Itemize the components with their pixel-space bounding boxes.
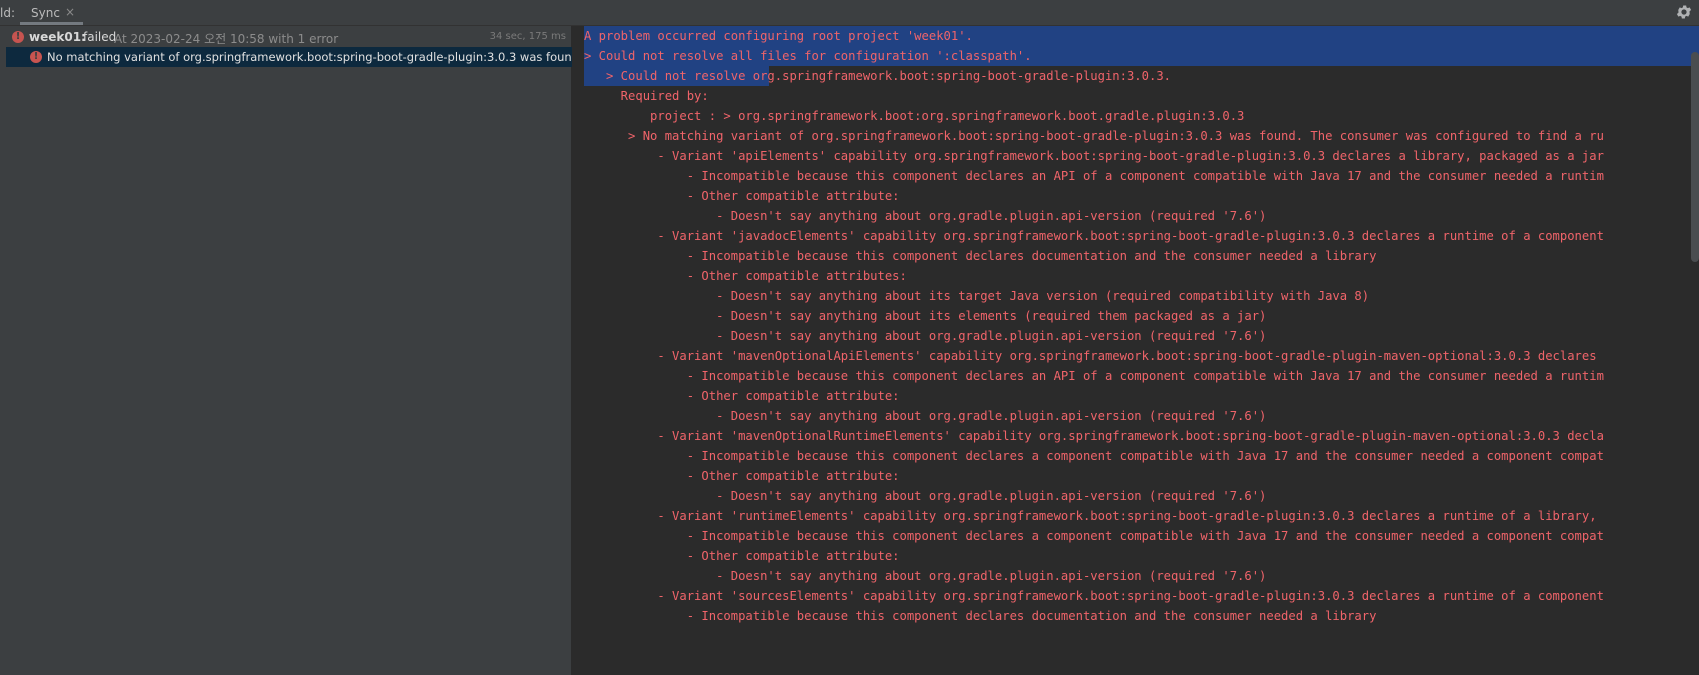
build-duration: 34 sec, 175 ms xyxy=(489,31,566,42)
error-message: No matching variant of org.springframewo… xyxy=(47,50,572,64)
close-icon[interactable]: × xyxy=(65,5,75,19)
error-icon: ! xyxy=(30,51,42,63)
build-output-console[interactable]: A problem occurred configuring root proj… xyxy=(572,26,1699,675)
error-icon: ! xyxy=(12,31,24,43)
build-tree-panel: ! week01: failed At 2023-02-24 오전 10:58 … xyxy=(0,26,572,675)
console-line: - Incompatible because this component de… xyxy=(584,609,1377,623)
console-line: - Incompatible because this component de… xyxy=(584,369,1604,383)
console-line: - Other compatible attribute: xyxy=(584,549,900,563)
console-line: - Doesn't say anything about org.gradle.… xyxy=(584,209,1267,223)
console-line: A problem occurred configuring root proj… xyxy=(584,29,973,43)
build-meta: At 2023-02-24 오전 10:58 with 1 error xyxy=(114,32,339,46)
console-line: Required by: xyxy=(584,89,709,103)
console-scrollbar[interactable] xyxy=(1691,52,1699,262)
console-line: - Doesn't say anything about its target … xyxy=(584,289,1370,303)
gear-icon[interactable] xyxy=(1675,3,1693,21)
console-line: - Doesn't say anything about org.gradle.… xyxy=(584,569,1267,583)
console-line: - Other compatible attribute: xyxy=(584,469,900,483)
build-label: ld: xyxy=(0,6,15,20)
console-line: - Incompatible because this component de… xyxy=(584,529,1604,543)
console-line: - Variant 'mavenOptionalRuntimeElements'… xyxy=(584,429,1604,443)
console-line: > Could not resolve all files for config… xyxy=(584,49,1032,63)
active-tab-indicator xyxy=(20,22,83,25)
console-line: - Variant 'apiElements' capability org.s… xyxy=(584,149,1604,163)
console-line: project : > org.springframework.boot:org… xyxy=(584,109,1245,123)
console-line: - Variant 'runtimeElements' capability o… xyxy=(584,509,1597,523)
console-line: - Incompatible because this component de… xyxy=(584,249,1377,263)
console-line: - Other compatible attribute: xyxy=(584,189,900,203)
tab-sync-label: Sync xyxy=(31,6,60,20)
console-line: - Other compatible attribute: xyxy=(584,389,900,403)
console-line: - Variant 'sourcesElements' capability o… xyxy=(584,589,1604,603)
project-name: week01: xyxy=(29,30,86,44)
build-toolbar: ld: Sync × xyxy=(0,0,1699,26)
console-line: - Variant 'javadocElements' capability o… xyxy=(584,229,1604,243)
console-line: - Doesn't say anything about org.gradle.… xyxy=(584,329,1267,343)
console-line: - Other compatible attributes: xyxy=(584,269,907,283)
console-line: - Doesn't say anything about its element… xyxy=(584,309,1267,323)
console-line: > No matching variant of org.springframe… xyxy=(584,129,1604,143)
console-line: - Incompatible because this component de… xyxy=(584,169,1604,183)
build-status: failed xyxy=(83,30,117,44)
console-line: - Doesn't say anything about org.gradle.… xyxy=(584,489,1267,503)
tree-root-row[interactable]: ! week01: failed At 2023-02-24 오전 10:58 … xyxy=(0,28,572,48)
tree-error-row[interactable]: ! No matching variant of org.springframe… xyxy=(6,47,572,67)
console-line: - Doesn't say anything about org.gradle.… xyxy=(584,409,1267,423)
console-line: - Incompatible because this component de… xyxy=(584,449,1604,463)
console-line: - Variant 'mavenOptionalApiElements' cap… xyxy=(584,349,1597,363)
console-line: > Could not resolve org.springframework.… xyxy=(584,69,1171,83)
